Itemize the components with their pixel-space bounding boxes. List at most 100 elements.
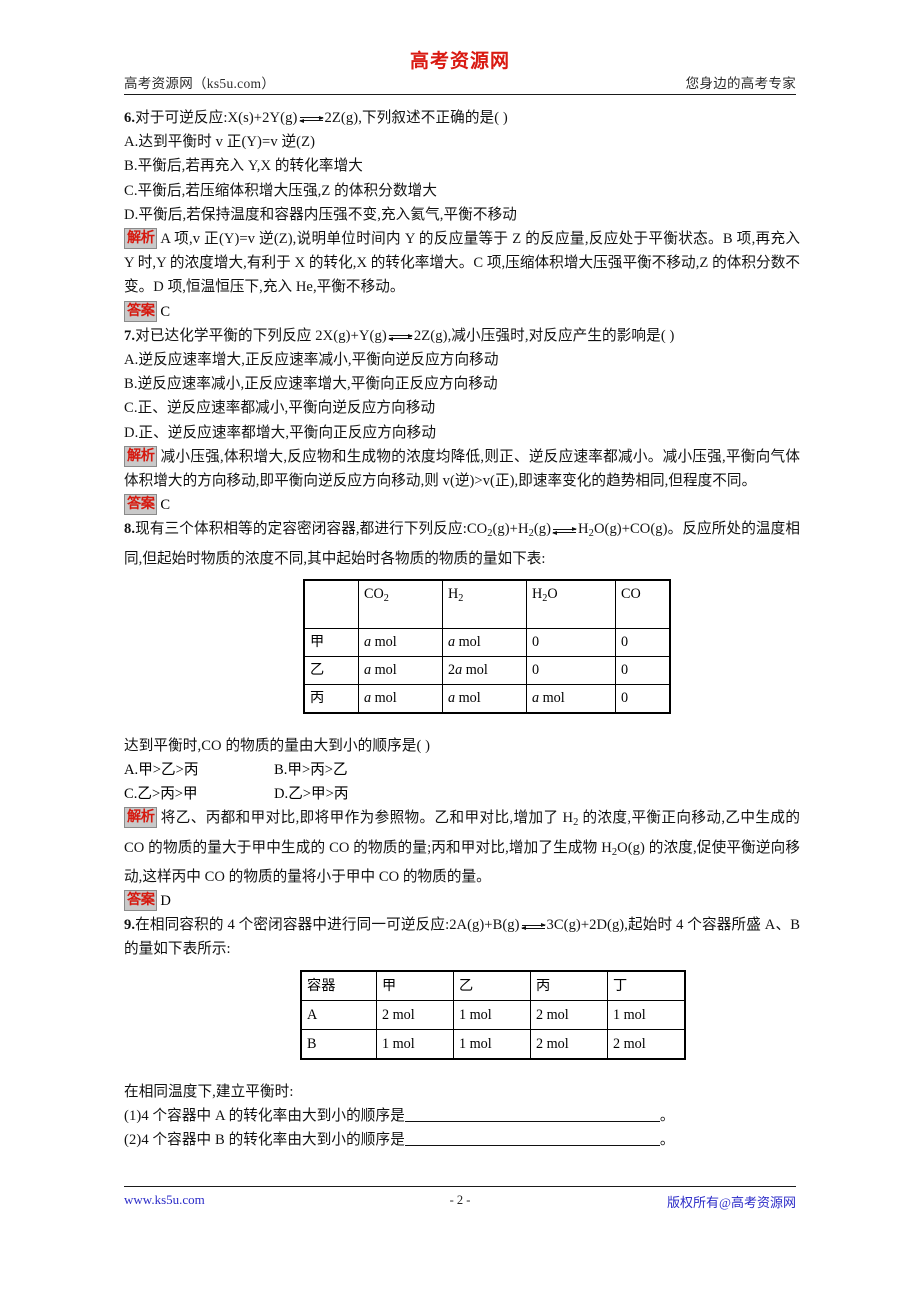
- header-left-text: 高考资源网（ks5u.com）: [124, 76, 276, 91]
- footer-copyright: 版权所有@高考资源网: [667, 1195, 796, 1210]
- question-9-blank-1-input[interactable]: [404, 1106, 660, 1122]
- question-6-stem-post: 2Z(g),下列叙述不正确的是( ): [324, 110, 508, 126]
- question-7-answer: 答案 C: [124, 493, 800, 517]
- analysis-tag: 解析: [124, 445, 158, 467]
- question-7-analysis: 解析 减小压强,体积增大,反应物和生成物的浓度均降低,则正、逆反应速率都减小。减小…: [124, 445, 800, 493]
- question-9-table: 容器 甲 乙 丙 丁 A 2 mol 1 mol 2 mol 1 mol B 1…: [300, 969, 686, 1060]
- table-row: A 2 mol 1 mol 2 mol 1 mol: [300, 999, 686, 1030]
- question-7-stem-post: 2Z(g),减小压强时,对反应产生的影响是( ): [413, 327, 675, 344]
- question-7-stem: 7.对已达化学平衡的下列反应 2X(g)+Y(g) 2Z(g),减小压强时,对反应…: [124, 324, 800, 348]
- table-cell: 0: [526, 627, 616, 657]
- table-cell: 0: [615, 683, 671, 714]
- table-cell-row-label: 甲: [303, 627, 359, 657]
- table-cell: a mol: [442, 627, 527, 657]
- question-7-option-b: B.逆反应速率减小,正反应速率增大,平衡向正反应方向移动: [124, 376, 498, 393]
- question-9-blank-2-input[interactable]: [404, 1130, 660, 1146]
- table-header-cell-h2: H2: [442, 579, 527, 629]
- question-6-analysis: 解析 A 项,v 正(Y)=v 逆(Z),说明单位时间内 Y 的反应量等于 Z 的…: [124, 227, 800, 300]
- question-8-number: 8.: [124, 521, 136, 538]
- table-cell-row-label: 丙: [303, 683, 359, 714]
- analysis-tag: 解析: [124, 807, 158, 829]
- question-8-options-row-1: A.甲>乙>丙 B.甲>丙>乙: [124, 758, 800, 782]
- table-row: B 1 mol 1 mol 2 mol 2 mol: [300, 1028, 686, 1059]
- question-8-stem: 8.现有三个体积相等的定容密闭容器,都进行下列反应:CO2(g)+H2(g) H2…: [124, 517, 800, 570]
- table-cell: 0: [526, 655, 616, 685]
- answer-tag: 答案: [124, 494, 158, 516]
- header-brand-title: 高考资源网: [409, 50, 511, 72]
- question-8-table: CO2 H2 H2O CO 甲 a mol a mol 0 0 乙 a mol …: [303, 578, 671, 714]
- question-6-option-d: D.平衡后,若保持温度和容器内压强不变,充入氦气,平衡不移动: [124, 206, 517, 223]
- question-7-option-d: D.正、逆反应速率都增大,平衡向正反应方向移动: [124, 424, 437, 441]
- table-row: 甲 a mol a mol 0 0: [303, 627, 671, 657]
- question-8-option-d: D.乙>甲>丙: [274, 786, 349, 803]
- question-8-analysis-text: 将乙、丙都和甲对比,即将甲作为参照物。乙和甲对比,增加了 H2 的浓度,平衡正向…: [124, 810, 801, 885]
- question-9-table-wrapper: 容器 甲 乙 丙 丁 A 2 mol 1 mol 2 mol 1 mol B 1…: [124, 969, 800, 1060]
- table-cell: a mol: [358, 683, 443, 714]
- question-7-option-a: A.逆反应速率增大,正反应速率减小,平衡向逆反应方向移动: [124, 352, 499, 369]
- footer-page-number: - 2 -: [449, 1193, 471, 1207]
- table-row: 丙 a mol a mol a mol 0: [303, 683, 671, 714]
- question-8-answer: 答案 D: [124, 889, 800, 913]
- question-8-table-wrapper: CO2 H2 H2O CO 甲 a mol a mol 0 0 乙 a mol …: [124, 578, 800, 714]
- question-9-blank-1-prefix: (1)4 个容器中 A 的转化率由大到小的顺序是: [124, 1107, 405, 1124]
- question-6-number: 6.: [124, 110, 136, 126]
- question-7-answer-text: C: [160, 497, 171, 514]
- table-cell-row-label: A: [300, 999, 377, 1030]
- table-header-cell-co2: CO2: [358, 579, 443, 629]
- table-header-cell-bing: 丙: [530, 970, 608, 1001]
- footer-site-url[interactable]: www.ks5u.com: [124, 1192, 205, 1208]
- document-content: 6.对于可逆反应:X(s)+2Y(g) 2Z(g),下列叙述不正确的是( ) A.…: [124, 106, 800, 1152]
- question-9-blank-2: (2)4 个容器中 B 的转化率由大到小的顺序是 。: [124, 1128, 800, 1152]
- table-cell: 2a mol: [442, 655, 527, 685]
- question-7-number: 7.: [124, 327, 136, 344]
- table-cell: 0: [615, 655, 671, 685]
- question-6-answer-text: C: [160, 303, 171, 320]
- table-cell: 1 mol: [453, 1028, 531, 1059]
- table-header-cell-co: CO: [615, 579, 671, 629]
- header-divider: [124, 94, 796, 95]
- table-cell: 2 mol: [607, 1028, 686, 1059]
- equilibrium-arrow-icon: [298, 111, 324, 126]
- table-cell: 2 mol: [530, 999, 608, 1030]
- question-9-blank-1: (1)4 个容器中 A 的转化率由大到小的顺序是 。: [124, 1104, 800, 1128]
- table-cell: a mol: [358, 655, 443, 685]
- question-7-analysis-text: 减小压强,体积增大,反应物和生成物的浓度均降低,则正、逆反应速率都减小。减小压强…: [124, 448, 800, 490]
- table-cell: 2 mol: [376, 999, 454, 1030]
- table-cell-row-label: 乙: [303, 655, 359, 685]
- table-cell: a mol: [358, 627, 443, 657]
- question-8-stem-pre: 现有三个体积相等的定容密闭容器,都进行下列反应:CO2(g)+H2(g): [135, 521, 552, 540]
- footer-divider: [124, 1186, 796, 1187]
- question-9-after-table: 在相同温度下,建立平衡时:: [124, 1083, 294, 1100]
- question-7-option-c: C.正、逆反应速率都减小,平衡向逆反应方向移动: [124, 400, 436, 417]
- question-6-answer: 答案 C: [124, 300, 800, 324]
- table-cell: 1 mol: [607, 999, 686, 1030]
- equilibrium-arrow-icon: [520, 918, 546, 933]
- table-cell: 0: [615, 627, 671, 657]
- page-header: 高考资源网 高考资源网（ks5u.com） 您身边的高考专家: [124, 46, 796, 94]
- table-header-cell-jia: 甲: [376, 970, 454, 1001]
- answer-tag: 答案: [124, 300, 158, 322]
- table-cell: 1 mol: [453, 999, 531, 1030]
- question-9-number: 9.: [124, 917, 136, 934]
- table-cell: a mol: [526, 683, 616, 714]
- question-8-option-c: C.乙>丙>甲: [124, 786, 198, 803]
- question-8-option-b: B.甲>丙>乙: [274, 762, 348, 778]
- question-6-stem-pre: 对于可逆反应:X(s)+2Y(g): [135, 110, 298, 126]
- table-header-cell-ding: 丁: [607, 970, 686, 1001]
- question-8-after-table: 达到平衡时,CO 的物质的量由大到小的顺序是( ): [124, 737, 431, 754]
- question-7-stem-pre: 对已达化学平衡的下列反应 2X(g)+Y(g): [135, 327, 387, 344]
- table-header-row: CO2 H2 H2O CO: [303, 579, 671, 629]
- table-cell: a mol: [442, 683, 527, 714]
- question-9-stem-pre: 在相同容积的 4 个密闭容器中进行同一可逆反应:2A(g)+B(g): [135, 917, 520, 934]
- question-8-analysis: 解析 将乙、丙都和甲对比,即将甲作为参照物。乙和甲对比,增加了 H2 的浓度,平衡…: [124, 806, 800, 888]
- table-cell-row-label: B: [300, 1028, 377, 1059]
- analysis-tag: 解析: [124, 228, 158, 250]
- table-header-cell-container: 容器: [300, 970, 377, 1001]
- question-6-option-a: A.达到平衡时 v 正(Y)=v 逆(Z): [124, 134, 316, 151]
- question-6-analysis-text: A 项,v 正(Y)=v 逆(Z),说明单位时间内 Y 的反应量等于 Z 的反应…: [124, 231, 800, 296]
- question-9-blank-1-suffix: 。: [659, 1107, 675, 1124]
- table-header-cell-blank: [303, 579, 359, 629]
- question-6-stem: 6.对于可逆反应:X(s)+2Y(g) 2Z(g),下列叙述不正确的是( ): [124, 106, 800, 130]
- question-9-blank-2-suffix: 。: [659, 1131, 675, 1148]
- page: 高考资源网 高考资源网（ks5u.com） 您身边的高考专家 6.对于可逆反应:…: [0, 0, 920, 1302]
